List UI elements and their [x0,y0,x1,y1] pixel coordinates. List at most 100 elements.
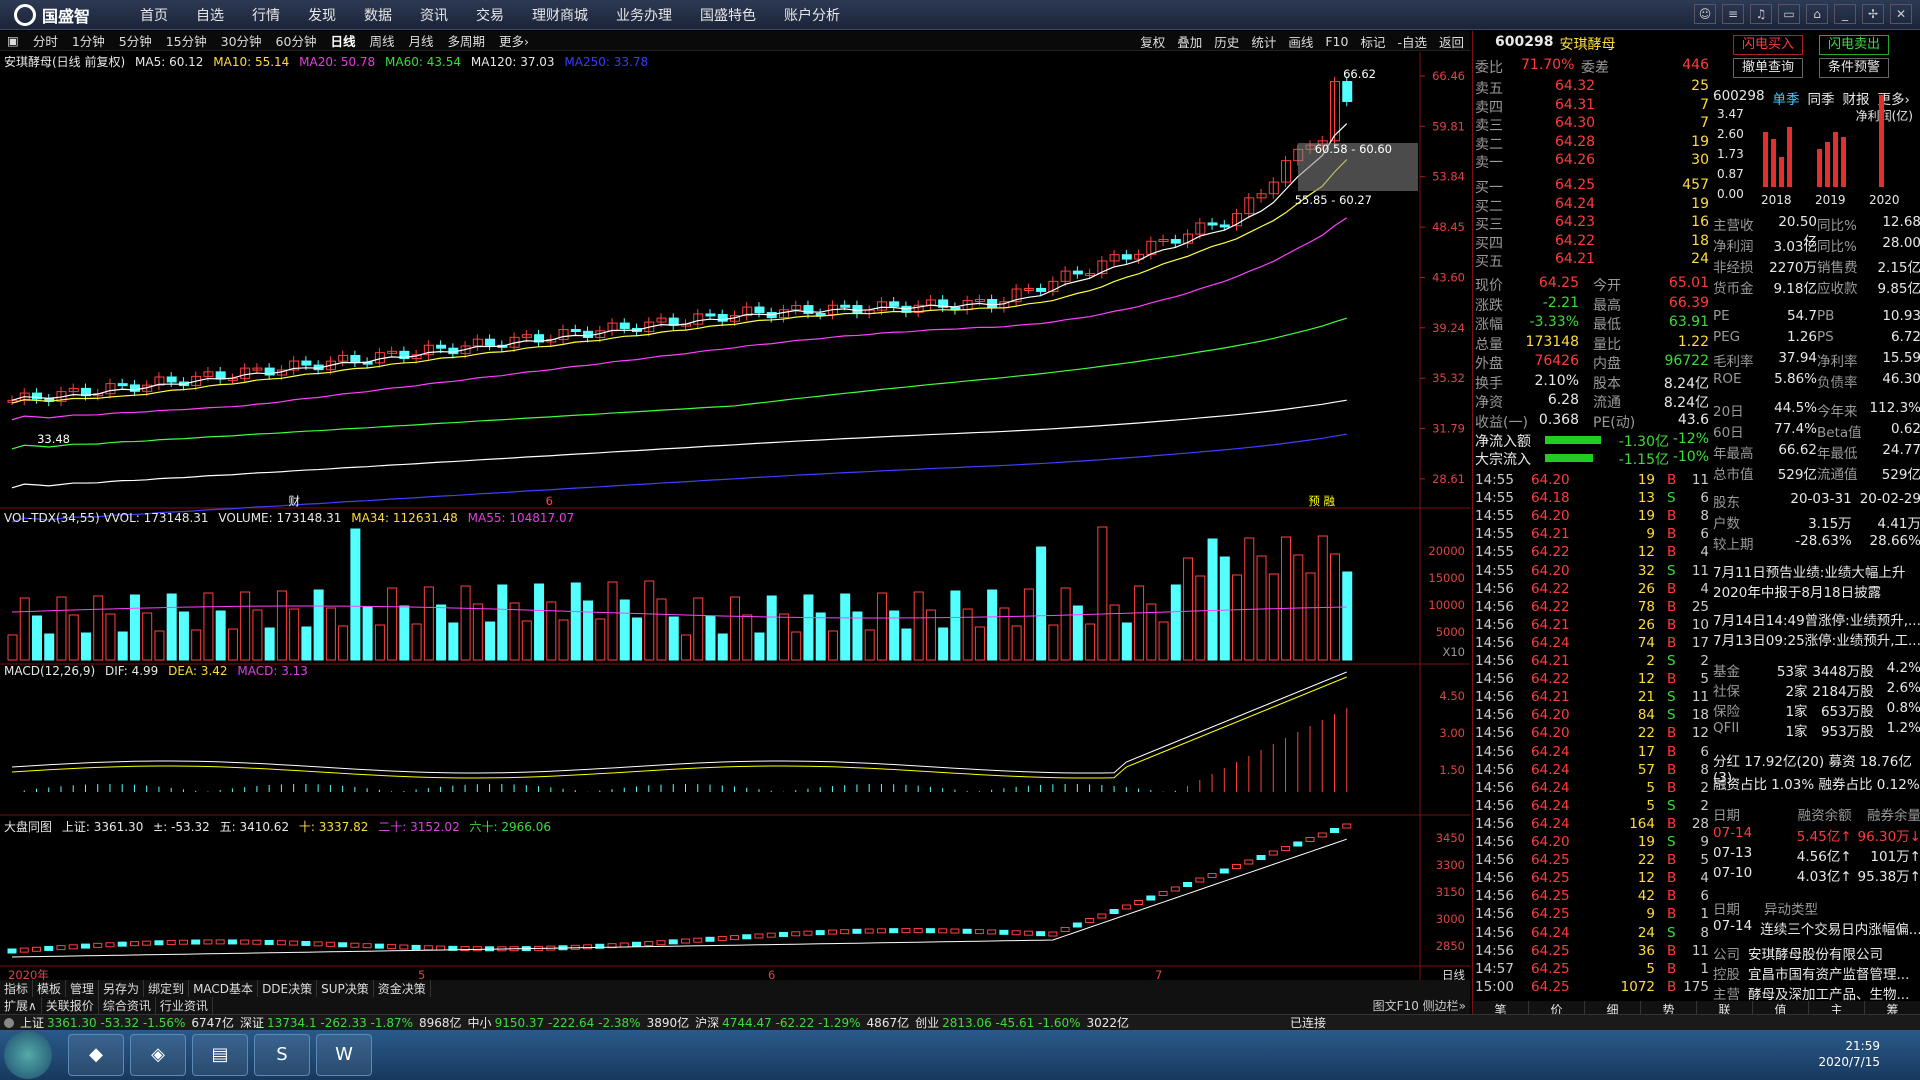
list-icon[interactable]: ≡ [1722,4,1744,24]
tick-row[interactable]: 14:56 64.21 2 S 2 [1475,653,1709,671]
f10-sidebar-toggle[interactable]: 图文F10 侧边栏» [1373,997,1466,1014]
info-tab-1[interactable]: 单季 [1773,88,1800,108]
indicator-tab-6[interactable]: DDE决策 [258,980,318,997]
indicator-tab-8[interactable]: 资金决策 [374,980,431,997]
tick-row[interactable]: 14:56 64.22 12 B 5 [1475,671,1709,689]
order-query-button[interactable]: 撤单查询 [1733,58,1803,78]
period-tab-2[interactable]: 5分钟 [119,31,152,50]
period-tab-4[interactable]: 30分钟 [221,31,262,50]
tick-row[interactable]: 14:57 64.25 5 B 1 [1475,961,1709,979]
tick-row[interactable]: 14:56 64.22 78 B 25 [1475,599,1709,617]
period-tab-1[interactable]: 1分钟 [72,31,105,50]
toolbar-item-8[interactable]: 返回 [1439,32,1464,51]
info-tab-0[interactable]: 600298 [1713,88,1765,108]
extension-tab-2[interactable]: 综合资讯 [99,997,156,1014]
close-icon[interactable]: ✕ [1890,4,1912,24]
tick-row[interactable]: 14:56 64.24 164 B 28 [1475,816,1709,834]
tick-row[interactable]: 14:56 64.21 21 S 11 [1475,689,1709,707]
tick-row[interactable]: 14:56 64.24 5 B 2 [1475,780,1709,798]
tick-row[interactable]: 14:56 64.20 84 S 18 [1475,707,1709,725]
info-tab-2[interactable]: 同季 [1808,88,1835,108]
news-item-1[interactable]: 2020年中报于8月18日披露 [1713,581,1920,601]
extension-tab-1[interactable]: 关联报价 [42,997,99,1014]
condition-alert-button[interactable]: 条件预警 [1819,58,1889,78]
tick-row[interactable]: 14:56 64.21 26 B 10 [1475,617,1709,635]
menu-item-4[interactable]: 数据 [364,5,392,25]
toolbar-item-6[interactable]: 标记 [1360,32,1385,51]
toolbar-item-3[interactable]: 统计 [1251,32,1276,51]
tick-row[interactable]: 14:55 64.21 9 B 6 [1475,526,1709,544]
monitor-icon[interactable]: ▭ [1778,4,1800,24]
skin-icon[interactable]: ♫ [1750,4,1772,24]
period-tab-10[interactable]: 更多› [499,31,529,50]
shirt-icon[interactable]: ⌂ [1806,4,1828,24]
menu-item-3[interactable]: 发现 [308,5,336,25]
news-item-3[interactable]: 7月13日09:25涨停:业绩预升,工... [1713,629,1920,649]
period-tab-8[interactable]: 月线 [408,31,433,50]
menu-item-9[interactable]: 国盛特色 [700,5,756,25]
start-button[interactable] [4,1031,52,1079]
news-item-2[interactable]: 7月14日14:49曾涨停:业绩预升,... [1713,609,1920,629]
indicator-tab-2[interactable]: 管理 [66,980,100,997]
panel-toggle-icon[interactable]: ▣ [7,33,19,48]
tick-row[interactable]: 14:56 64.25 9 B 1 [1475,906,1709,924]
period-tab-6[interactable]: 日线 [330,31,355,50]
tick-row[interactable]: 14:56 64.25 42 B 6 [1475,888,1709,906]
chart-area[interactable]: 66.46 59.81 53.84 48.45 43.60 39.24 35.32 31.79… [0,52,1470,980]
toolbar-item-2[interactable]: 历史 [1214,32,1239,51]
menu-item-2[interactable]: 行情 [252,5,280,25]
tick-row[interactable]: 14:56 64.24 17 B 6 [1475,744,1709,762]
info-tab-3[interactable]: 财报 [1843,88,1870,108]
indicator-tab-1[interactable]: 模板 [33,980,67,997]
task-app-icon-1[interactable]: ◆ [68,1034,124,1076]
extension-tab-3[interactable]: 行业资讯 [156,997,213,1014]
tick-row[interactable]: 14:56 64.20 19 S 9 [1475,834,1709,852]
tick-row[interactable]: 14:56 64.25 12 B 4 [1475,870,1709,888]
menu-item-5[interactable]: 资讯 [420,5,448,25]
wps-icon[interactable]: W [316,1034,372,1076]
extension-tab-0[interactable]: 扩展∧ [0,997,42,1014]
menu-item-7[interactable]: 理财商城 [532,5,588,25]
period-tab-0[interactable]: 分时 [33,31,58,50]
indicator-tab-4[interactable]: 绑定到 [144,980,190,997]
tick-row[interactable]: 14:55 64.20 32 S 11 [1475,563,1709,581]
toolbar-item-4[interactable]: 画线 [1288,32,1313,51]
message-icon[interactable]: ☺ [1694,4,1716,24]
indicator-tab-0[interactable]: 指标 [0,980,34,997]
tick-row[interactable]: 14:56 64.25 22 B 5 [1475,852,1709,870]
menu-item-1[interactable]: 自选 [196,5,224,25]
menu-item-8[interactable]: 业务办理 [616,5,672,25]
tick-row[interactable]: 14:56 64.24 24 S 8 [1475,925,1709,943]
period-tab-3[interactable]: 15分钟 [166,31,207,50]
task-app-icon-2[interactable]: ◈ [130,1034,186,1076]
period-tab-9[interactable]: 多周期 [448,31,486,50]
indicator-tab-7[interactable]: SUP决策 [317,980,374,997]
tick-row[interactable]: 14:56 64.24 57 B 8 [1475,762,1709,780]
news-item-0[interactable]: 7月11日预告业绩:业绩大幅上升 [1713,561,1920,581]
trading-app-icon[interactable]: S [254,1034,310,1076]
toolbar-item-7[interactable]: -自选 [1397,32,1427,51]
period-tab-7[interactable]: 周线 [369,31,394,50]
menu-item-0[interactable]: 首页 [140,5,168,25]
tick-row[interactable]: 14:56 64.24 74 B 17 [1475,635,1709,653]
tick-row[interactable]: 14:55 64.18 13 S 6 [1475,490,1709,508]
menu-item-6[interactable]: 交易 [476,5,504,25]
indicator-tab-5[interactable]: MACD基本 [189,980,259,997]
minimize-icon[interactable]: _ [1834,4,1856,24]
indicator-tab-3[interactable]: 另存为 [99,980,145,997]
tick-row[interactable]: 14:55 64.22 12 B 4 [1475,544,1709,562]
tick-row[interactable]: 14:56 64.25 36 B 11 [1475,943,1709,961]
flash-sell-button[interactable]: 闪电卖出 [1819,35,1889,55]
tick-row[interactable]: 14:56 64.22 26 B 4 [1475,581,1709,599]
period-tab-5[interactable]: 60分钟 [276,31,317,50]
tick-row[interactable]: 14:56 64.20 22 B 12 [1475,725,1709,743]
maximize-icon[interactable]: ✢ [1862,4,1884,24]
flash-buy-button[interactable]: 闪电买入 [1733,35,1803,55]
tick-row[interactable]: 14:56 64.24 5 S 2 [1475,798,1709,816]
tick-row[interactable]: 14:55 64.20 19 B 8 [1475,508,1709,526]
tick-row[interactable]: 15:00 64.25 1072 B 175 [1475,979,1709,997]
toolbar-item-0[interactable]: 复权 [1140,32,1165,51]
toolbar-item-1[interactable]: 叠加 [1177,32,1202,51]
folder-icon[interactable]: ▤ [192,1034,248,1076]
toolbar-item-5[interactable]: F10 [1325,34,1348,49]
